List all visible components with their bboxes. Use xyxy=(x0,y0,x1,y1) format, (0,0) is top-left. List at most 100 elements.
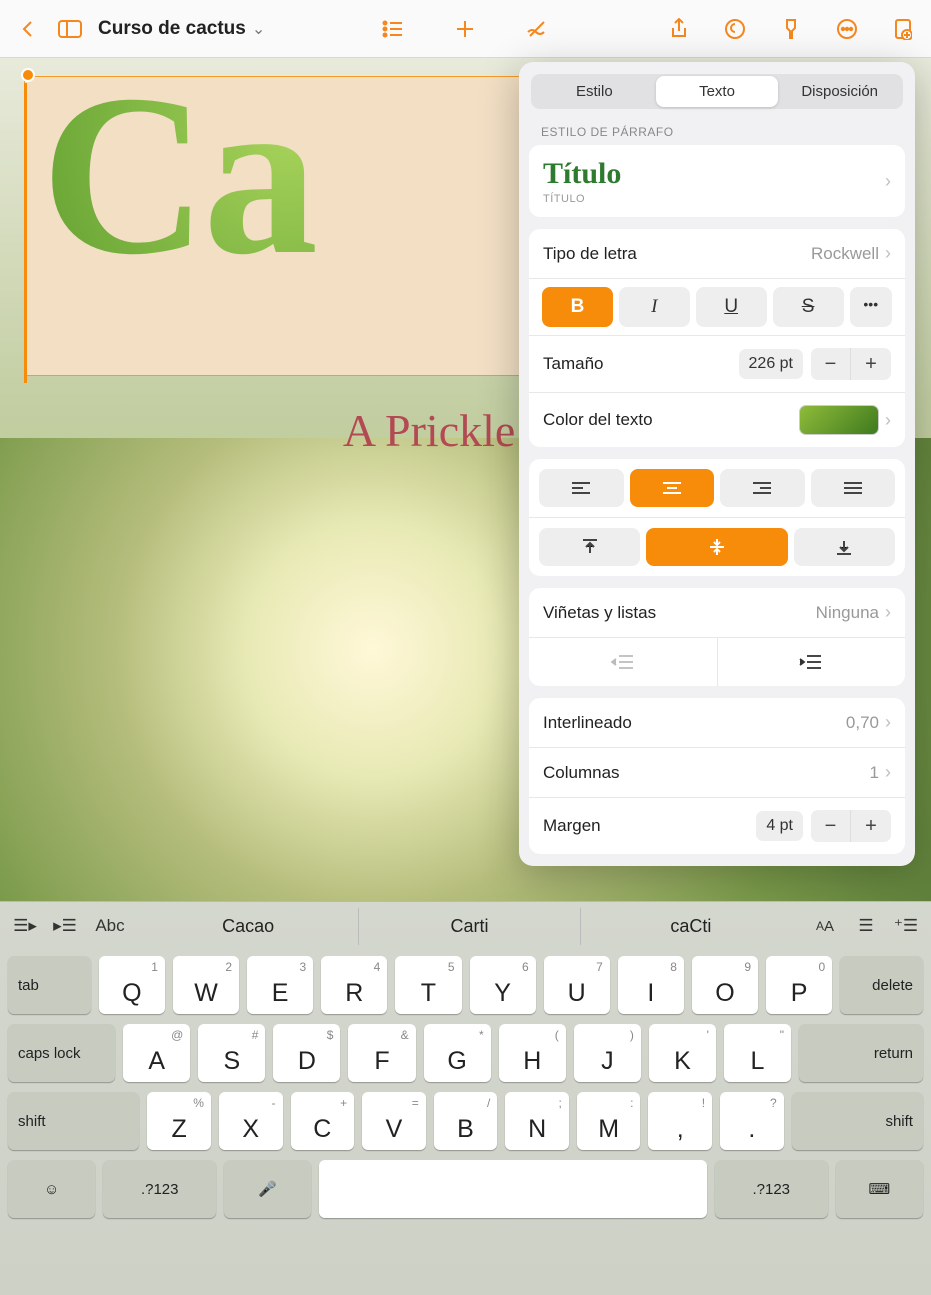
indent-button[interactable] xyxy=(718,638,906,686)
underline-button[interactable]: U xyxy=(696,287,767,327)
linespacing-value: 0,70 xyxy=(846,713,879,733)
key-q[interactable]: Q1 xyxy=(99,956,165,1014)
key-p[interactable]: P0 xyxy=(766,956,832,1014)
kbd-indent-icon[interactable]: ▸☰ xyxy=(48,908,82,944)
key-space[interactable] xyxy=(319,1160,707,1218)
key-shift-right[interactable]: shift xyxy=(792,1092,923,1150)
doc-options-icon[interactable] xyxy=(889,15,917,43)
key-hint: & xyxy=(401,1028,409,1042)
paragraph-style-row[interactable]: Título TÍTULO › xyxy=(529,145,905,217)
key-t[interactable]: T5 xyxy=(395,956,461,1014)
key-i[interactable]: I8 xyxy=(618,956,684,1014)
bold-button[interactable]: B xyxy=(542,287,613,327)
chevron-down-icon: ⌄ xyxy=(252,19,265,39)
kbd-insert-icon[interactable]: ⁺☰ xyxy=(889,908,923,944)
key-dismiss-keyboard[interactable]: ⌨ xyxy=(836,1160,923,1218)
more-text-options-button[interactable]: ••• xyxy=(850,287,893,327)
tab-style[interactable]: Estilo xyxy=(533,76,656,107)
text-color-swatch[interactable] xyxy=(799,405,879,435)
align-justify-button[interactable] xyxy=(811,469,896,507)
valign-bottom-button[interactable] xyxy=(794,528,895,566)
key-e[interactable]: E3 xyxy=(247,956,313,1014)
key-d[interactable]: D$ xyxy=(273,1024,340,1082)
key-n[interactable]: N; xyxy=(505,1092,569,1150)
key-c[interactable]: C+ xyxy=(291,1092,355,1150)
valign-top-button[interactable] xyxy=(539,528,640,566)
size-decrease-button[interactable]: − xyxy=(811,348,851,380)
key-o[interactable]: O9 xyxy=(692,956,758,1014)
valign-middle-button[interactable] xyxy=(646,528,788,566)
key-dictate[interactable]: 🎤 xyxy=(224,1160,311,1218)
linespacing-row[interactable]: Interlineado 0,70 › xyxy=(529,698,905,748)
key-hint: 2 xyxy=(225,960,232,974)
back-icon[interactable] xyxy=(14,15,42,43)
suggestion-1[interactable]: Cacao xyxy=(138,908,359,945)
align-center-button[interactable] xyxy=(630,469,715,507)
key-m[interactable]: M: xyxy=(577,1092,641,1150)
margin-increase-button[interactable]: + xyxy=(851,810,891,842)
horizontal-align-row xyxy=(529,459,905,517)
text-color-row[interactable]: Color del texto › xyxy=(529,393,905,447)
kbd-abc-button[interactable]: Abc xyxy=(88,908,132,944)
key-hint: 5 xyxy=(448,960,455,974)
key-w[interactable]: W2 xyxy=(173,956,239,1014)
selection-handle[interactable] xyxy=(21,68,35,82)
key-hint: % xyxy=(193,1096,204,1110)
key-,[interactable]: ,! xyxy=(648,1092,712,1150)
strikethrough-button[interactable]: S xyxy=(773,287,844,327)
key-r[interactable]: R4 xyxy=(321,956,387,1014)
key-emoji[interactable]: ☺ xyxy=(8,1160,95,1218)
key-shift-left[interactable]: shift xyxy=(8,1092,139,1150)
key-return[interactable]: return xyxy=(799,1024,923,1082)
key-u[interactable]: U7 xyxy=(544,956,610,1014)
key-numsym-right[interactable]: .?123 xyxy=(715,1160,828,1218)
draw-icon[interactable] xyxy=(523,15,551,43)
more-icon[interactable] xyxy=(833,15,861,43)
format-brush-icon[interactable] xyxy=(777,15,805,43)
kbd-textsize-icon[interactable]: AA xyxy=(807,908,843,944)
key-h[interactable]: H( xyxy=(499,1024,566,1082)
key-tab[interactable]: tab xyxy=(8,956,91,1014)
list-icon[interactable] xyxy=(379,15,407,43)
key-f[interactable]: F& xyxy=(348,1024,415,1082)
suggestion-2[interactable]: Carti xyxy=(359,908,580,945)
bullets-row[interactable]: Viñetas y listas Ninguna › xyxy=(529,588,905,638)
key-delete[interactable]: delete xyxy=(840,956,923,1014)
suggestion-3[interactable]: caCti xyxy=(581,908,801,945)
font-row[interactable]: Tipo de letra Rockwell › xyxy=(529,229,905,279)
key-k[interactable]: K' xyxy=(649,1024,716,1082)
key-a[interactable]: A@ xyxy=(123,1024,190,1082)
key-x[interactable]: X- xyxy=(219,1092,283,1150)
align-right-button[interactable] xyxy=(720,469,805,507)
key-capslock[interactable]: caps lock xyxy=(8,1024,115,1082)
key-g[interactable]: G* xyxy=(424,1024,491,1082)
tab-layout[interactable]: Disposición xyxy=(778,76,901,107)
sidebar-icon[interactable] xyxy=(56,15,84,43)
kbd-align-icon[interactable]: ☰ xyxy=(849,908,883,944)
key-s[interactable]: S# xyxy=(198,1024,265,1082)
key-.[interactable]: .? xyxy=(720,1092,784,1150)
key-numsym-left[interactable]: .?123 xyxy=(103,1160,216,1218)
key-v[interactable]: V= xyxy=(362,1092,426,1150)
align-left-button[interactable] xyxy=(539,469,624,507)
size-value[interactable]: 226 pt xyxy=(739,349,803,379)
key-y[interactable]: Y6 xyxy=(470,956,536,1014)
collab-icon[interactable] xyxy=(721,15,749,43)
key-l[interactable]: L" xyxy=(724,1024,791,1082)
format-tabs: Estilo Texto Disposición xyxy=(531,74,903,109)
add-icon[interactable] xyxy=(451,15,479,43)
key-j[interactable]: J) xyxy=(574,1024,641,1082)
margin-decrease-button[interactable]: − xyxy=(811,810,851,842)
outdent-button[interactable] xyxy=(529,638,718,686)
doc-title-dropdown[interactable]: Curso de cactus ⌄ xyxy=(98,18,265,40)
key-b[interactable]: B/ xyxy=(434,1092,498,1150)
chevron-right-icon: › xyxy=(885,171,891,192)
key-z[interactable]: Z% xyxy=(147,1092,211,1150)
share-icon[interactable] xyxy=(665,15,693,43)
size-increase-button[interactable]: + xyxy=(851,348,891,380)
tab-text[interactable]: Texto xyxy=(656,76,779,107)
kbd-paragraph-icon[interactable]: ☰▸ xyxy=(8,908,42,944)
margin-value[interactable]: 4 pt xyxy=(756,811,803,841)
columns-row[interactable]: Columnas 1 › xyxy=(529,748,905,798)
italic-button[interactable]: I xyxy=(619,287,690,327)
